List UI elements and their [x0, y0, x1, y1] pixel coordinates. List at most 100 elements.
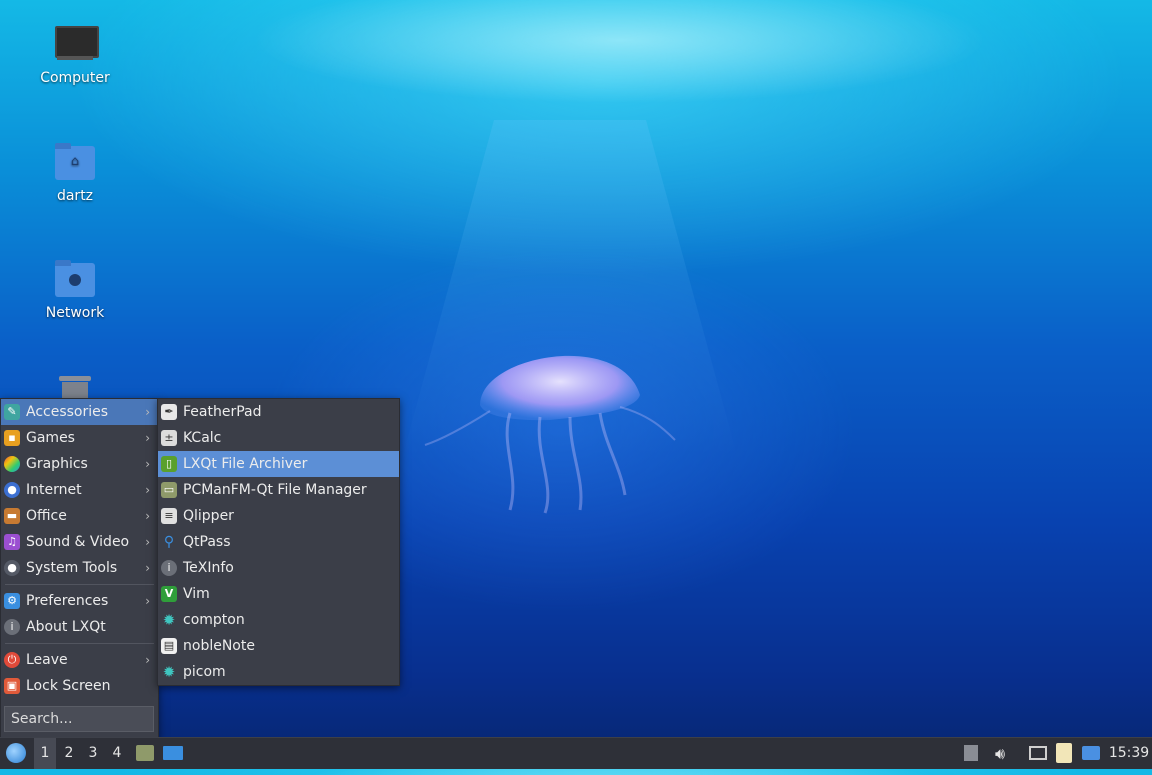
- menu-item-system-tools[interactable]: ● System Tools ›: [1, 555, 158, 581]
- chevron-right-icon: ›: [145, 431, 150, 445]
- clock[interactable]: 15:39: [1108, 738, 1150, 769]
- picom-icon: ✹: [162, 663, 176, 681]
- menu-item-label: About LXQt: [26, 619, 106, 635]
- chevron-right-icon: ›: [145, 405, 150, 419]
- home-folder-icon: ⌂: [53, 140, 97, 184]
- desktop-icon-network[interactable]: Network: [20, 257, 130, 321]
- lock-icon: ▣: [4, 678, 20, 694]
- menu-item-lock-screen[interactable]: ▣ Lock Screen: [1, 673, 158, 699]
- menu-item-label: Accessories: [26, 404, 109, 420]
- submenu-item-qtpass[interactable]: ⚲ QtPass: [158, 529, 399, 555]
- menu-item-office[interactable]: ▬ Office ›: [1, 503, 158, 529]
- menu-search-input[interactable]: Search...: [4, 706, 154, 732]
- taskbar: 1 2 3 4 🔊︎ 15:39: [0, 737, 1152, 769]
- desktop-switch-2[interactable]: 2: [58, 738, 80, 769]
- submenu-item-label: TeXInfo: [183, 560, 234, 576]
- submenu-item-qlipper[interactable]: ≡ Qlipper: [158, 503, 399, 529]
- desktop-switch-4[interactable]: 4: [106, 738, 128, 769]
- volume-icon: 🔊︎: [994, 744, 1006, 763]
- graphics-icon: [4, 456, 20, 472]
- file-manager-icon: [136, 745, 154, 761]
- menu-item-sound-video[interactable]: ♫ Sound & Video ›: [1, 529, 158, 555]
- submenu-item-label: picom: [183, 664, 226, 680]
- clipboard-icon: [1056, 743, 1072, 763]
- accessories-submenu: ✒ FeatherPad ± KCalc ▯ LXQt File Archive…: [157, 398, 400, 686]
- notification-icon: [1082, 746, 1100, 760]
- tray-arrow-icon: [964, 745, 978, 761]
- jellyfish-wallpaper-image: [424, 355, 676, 514]
- menu-separator: [5, 584, 154, 585]
- application-menu: ✎ Accessories › ▪ Games › Graphics › ● I…: [0, 398, 159, 740]
- menu-item-label: Leave: [26, 652, 68, 668]
- desktop-icon-label: dartz: [56, 188, 94, 204]
- desktop-icon-home[interactable]: ⌂ dartz: [20, 140, 130, 204]
- menu-item-accessories[interactable]: ✎ Accessories ›: [1, 399, 158, 425]
- qlipper-icon: ≡: [161, 508, 177, 524]
- submenu-item-vim[interactable]: V Vim: [158, 581, 399, 607]
- power-icon: ⏻: [4, 652, 20, 668]
- submenu-item-kcalc[interactable]: ± KCalc: [158, 425, 399, 451]
- vim-icon: V: [161, 586, 177, 602]
- archiver-icon: ▯: [161, 456, 177, 472]
- desktop-icon-label: Network: [45, 305, 105, 321]
- clipboard-tray-button[interactable]: [1052, 738, 1076, 769]
- menu-item-about-lxqt[interactable]: i About LXQt: [1, 614, 158, 640]
- file-manager-launcher[interactable]: [133, 738, 157, 769]
- desktop-switch-3[interactable]: 3: [82, 738, 104, 769]
- menu-item-internet[interactable]: ● Internet ›: [1, 477, 158, 503]
- menu-item-graphics[interactable]: Graphics ›: [1, 451, 158, 477]
- submenu-item-picom[interactable]: ✹ picom: [158, 659, 399, 685]
- volume-button[interactable]: 🔊︎: [988, 738, 1012, 769]
- submenu-item-label: nobleNote: [183, 638, 255, 654]
- submenu-item-featherpad[interactable]: ✒ FeatherPad: [158, 399, 399, 425]
- submenu-item-noblenote[interactable]: ▤ nobleNote: [158, 633, 399, 659]
- menu-separator: [5, 643, 154, 644]
- chevron-right-icon: ›: [145, 509, 150, 523]
- submenu-item-pcmanfm-qt[interactable]: ▭ PCManFM-Qt File Manager: [158, 477, 399, 503]
- featherpad-icon: ✒: [161, 404, 177, 420]
- network-icon: [1029, 746, 1047, 760]
- texinfo-icon: i: [161, 560, 177, 576]
- submenu-item-label: compton: [183, 612, 245, 628]
- show-desktop-icon: [163, 746, 183, 760]
- chevron-right-icon: ›: [145, 457, 150, 471]
- menu-item-label: Office: [26, 508, 67, 524]
- games-icon: ▪: [4, 430, 20, 446]
- qtpass-icon: ⚲: [163, 534, 175, 550]
- desktop-switch-1[interactable]: 1: [34, 738, 56, 769]
- menu-item-label: Games: [26, 430, 75, 446]
- show-desktop-button[interactable]: [161, 738, 185, 769]
- menu-item-label: System Tools: [26, 560, 118, 576]
- tray-expand-button[interactable]: [960, 738, 982, 769]
- noblenote-icon: ▤: [161, 638, 177, 654]
- file-manager-icon: ▭: [161, 482, 177, 498]
- submenu-item-label: FeatherPad: [183, 404, 262, 420]
- submenu-item-lxqt-file-archiver[interactable]: ▯ LXQt File Archiver: [158, 451, 399, 477]
- menu-item-leave[interactable]: ⏻ Leave ›: [1, 647, 158, 673]
- chevron-right-icon: ›: [145, 653, 150, 667]
- submenu-item-texinfo[interactable]: i TeXInfo: [158, 555, 399, 581]
- menu-item-label: Internet: [26, 482, 82, 498]
- menu-item-label: Lock Screen: [26, 678, 111, 694]
- menu-item-games[interactable]: ▪ Games ›: [1, 425, 158, 451]
- menu-item-preferences[interactable]: ⚙ Preferences ›: [1, 588, 158, 614]
- kcalc-icon: ±: [161, 430, 177, 446]
- main-menu-button[interactable]: [2, 738, 30, 769]
- sound-video-icon: ♫: [4, 534, 20, 550]
- desktop-icon-label: Computer: [40, 70, 110, 86]
- notification-tray-button[interactable]: [1078, 738, 1104, 769]
- preferences-icon: ⚙: [4, 593, 20, 609]
- submenu-item-label: Vim: [183, 586, 210, 602]
- menu-item-label: Graphics: [26, 456, 88, 472]
- submenu-item-label: PCManFM-Qt File Manager: [183, 482, 367, 498]
- lxqt-logo-icon: [6, 743, 26, 763]
- compton-icon: ✹: [162, 611, 176, 629]
- desktop-icon-computer[interactable]: Computer: [20, 22, 130, 86]
- computer-icon: [53, 22, 99, 66]
- office-icon: ▬: [4, 508, 20, 524]
- system-tools-icon: ●: [4, 560, 20, 576]
- chevron-right-icon: ›: [145, 535, 150, 549]
- network-folder-icon: [53, 257, 97, 301]
- submenu-item-compton[interactable]: ✹ compton: [158, 607, 399, 633]
- network-tray-button[interactable]: [1026, 738, 1050, 769]
